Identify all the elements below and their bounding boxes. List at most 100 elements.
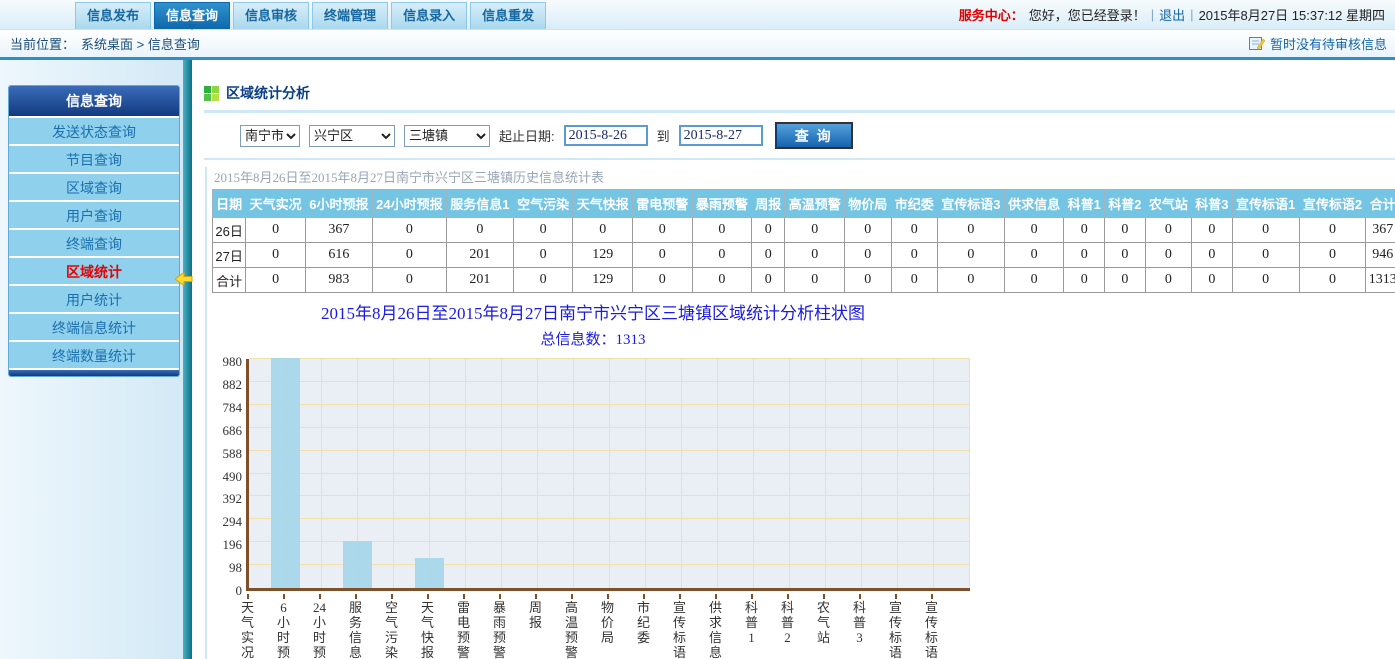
sidebar-item-终端信息统计[interactable]: 终端信息统计 (9, 312, 179, 340)
greeting-text: 您好，您已经登录！ (1029, 5, 1146, 24)
bar-chart: 098196294392490588686784882980天气实况6小时预报2… (212, 359, 974, 659)
x-axis-tick (931, 594, 933, 599)
column-header: 合计 (1366, 190, 1395, 218)
row-label: 27日 (213, 243, 246, 268)
column-header: 天气实况 (246, 190, 306, 218)
nav-tab-信息查询[interactable]: 信息查询 (154, 2, 230, 29)
breadcrumb-path[interactable]: 系统桌面 > 信息查询 (81, 34, 200, 53)
sidebar-title: 信息查询 (9, 86, 179, 116)
search-button[interactable]: 查 询 (776, 123, 852, 148)
cell-value: 0 (1232, 218, 1299, 243)
gridline-v (969, 359, 970, 588)
x-axis-tick (643, 594, 645, 599)
cell-value: 0 (1299, 243, 1366, 268)
nav-tab-信息审核[interactable]: 信息审核 (233, 2, 309, 29)
cell-value: 0 (1004, 268, 1064, 293)
x-axis-category-label: 宣传标语3 (672, 601, 688, 659)
y-axis-tick-label: 686 (212, 423, 242, 439)
y-axis-tick-label: 490 (212, 469, 242, 485)
gridline-v (789, 359, 790, 588)
cell-value: 0 (573, 218, 633, 243)
panel-divider[interactable] (183, 60, 192, 659)
town-select[interactable]: 三塘镇 (404, 125, 490, 147)
row-label: 合计 (213, 268, 246, 293)
column-header: 雷电预警 (632, 190, 692, 218)
y-axis-tick-label: 392 (212, 491, 242, 507)
cell-value: 0 (1145, 243, 1191, 268)
cell-value: 0 (632, 243, 692, 268)
sidebar-item-用户统计[interactable]: 用户统计 (9, 284, 179, 312)
cell-value: 0 (891, 243, 937, 268)
cell-value: 0 (1004, 218, 1064, 243)
sidebar-column: 信息查询 发送状态查询节目查询区域查询用户查询终端查询区域统计用户统计终端信息统… (0, 60, 183, 659)
stats-table: 日期天气实况6小时预报24小时预报服务信息1空气污染天气快报雷电预警暴雨预警周报… (212, 189, 1395, 293)
x-axis-tick (319, 594, 321, 599)
cell-value: 0 (632, 268, 692, 293)
table-row: 合计098302010129000000000000001313 (213, 268, 1395, 293)
gridline-v (897, 359, 898, 588)
chart-title: 2015年8月26日至2015年8月27日南宁市兴宁区三塘镇区域统计分析柱状图 (212, 299, 974, 324)
cell-value: 0 (513, 218, 573, 243)
cell-value: 0 (845, 268, 891, 293)
datetime-text: 2015年8月27日 15:37:12 星期四 (1199, 5, 1385, 24)
section-header: 区域统计分析 (204, 80, 1395, 106)
cell-value: 0 (1299, 268, 1366, 293)
column-header: 暴雨预警 (692, 190, 752, 218)
session-info: 服务中心： 您好，您已经登录！ | 退出 | 2015年8月27日 15:37:… (959, 0, 1395, 29)
y-axis-tick-label: 196 (212, 537, 242, 553)
column-header: 市纪委 (891, 190, 937, 218)
sidebar-items: 发送状态查询节目查询区域查询用户查询终端查询区域统计用户统计终端信息统计终端数量… (9, 116, 179, 368)
sidebar-item-终端查询[interactable]: 终端查询 (9, 228, 179, 256)
cell-value: 0 (692, 243, 752, 268)
cell-value: 129 (573, 268, 633, 293)
cell-value: 0 (891, 268, 937, 293)
column-header: 6小时预报 (305, 190, 372, 218)
logout-link[interactable]: 退出 (1159, 5, 1185, 24)
separator: | (1151, 7, 1154, 22)
x-axis-category-label: 空气污染 (384, 601, 400, 659)
x-axis-category-label: 服务信息1 (348, 601, 364, 659)
bar-6小时预报 (271, 358, 300, 588)
sidebar-item-用户查询[interactable]: 用户查询 (9, 200, 179, 228)
x-axis-category-label: 科普1 (744, 601, 760, 646)
audit-notice[interactable]: 暂时没有待审核信息 (1249, 34, 1387, 53)
sidebar-panel: 信息查询 发送状态查询节目查询区域查询用户查询终端查询区域统计用户统计终端信息统… (8, 85, 180, 377)
sidebar-item-区域统计[interactable]: 区域统计 (9, 256, 179, 284)
column-header: 科普2 (1105, 190, 1146, 218)
cell-value: 0 (446, 218, 513, 243)
x-axis-tick (499, 594, 501, 599)
yellow-left-arrow-icon (175, 272, 193, 286)
stats-table-title: 2015年8月26日至2015年8月27日南宁市兴宁区三塘镇历史信息统计表 (214, 167, 1395, 186)
bar-服务信息1 (343, 541, 372, 588)
city-select[interactable]: 南宁市 (240, 125, 300, 147)
sidebar-item-区域查询[interactable]: 区域查询 (9, 172, 179, 200)
nav-tab-信息重发[interactable]: 信息重发 (470, 2, 546, 29)
start-date-input[interactable] (564, 125, 648, 146)
cell-value: 0 (785, 243, 845, 268)
cell-value: 0 (937, 218, 1004, 243)
cell-value: 0 (246, 268, 306, 293)
section-title: 区域统计分析 (226, 83, 310, 103)
x-axis-category-label: 天气实况 (240, 601, 256, 659)
sidebar-item-发送状态查询[interactable]: 发送状态查询 (9, 116, 179, 144)
sidebar-item-节目查询[interactable]: 节目查询 (9, 144, 179, 172)
gridline-v (537, 359, 538, 588)
cell-value: 0 (1299, 218, 1366, 243)
cell-value: 0 (752, 243, 785, 268)
sidebar-item-终端数量统计[interactable]: 终端数量统计 (9, 340, 179, 368)
cell-value: 0 (937, 268, 1004, 293)
nav-tab-信息录入[interactable]: 信息录入 (391, 2, 467, 29)
y-axis-tick-label: 98 (212, 560, 242, 576)
x-axis-category-label: 市纪委 (636, 601, 652, 646)
cell-value: 129 (573, 243, 633, 268)
gridline-v (753, 359, 754, 588)
page: 信息发布信息查询信息审核终端管理信息录入信息重发 服务中心： 您好，您已经登录！… (0, 0, 1395, 659)
nav-tab-信息发布[interactable]: 信息发布 (75, 2, 151, 29)
nav-tab-终端管理[interactable]: 终端管理 (312, 2, 388, 29)
district-select[interactable]: 兴宁区 (309, 125, 395, 147)
cell-value: 0 (1064, 268, 1105, 293)
cell-value: 201 (446, 243, 513, 268)
end-date-input[interactable] (679, 125, 763, 146)
column-header: 宣传标语1 (1232, 190, 1299, 218)
query-form: 南宁市 兴宁区 三塘镇 起止日期: 到 查 询 (204, 113, 1395, 160)
